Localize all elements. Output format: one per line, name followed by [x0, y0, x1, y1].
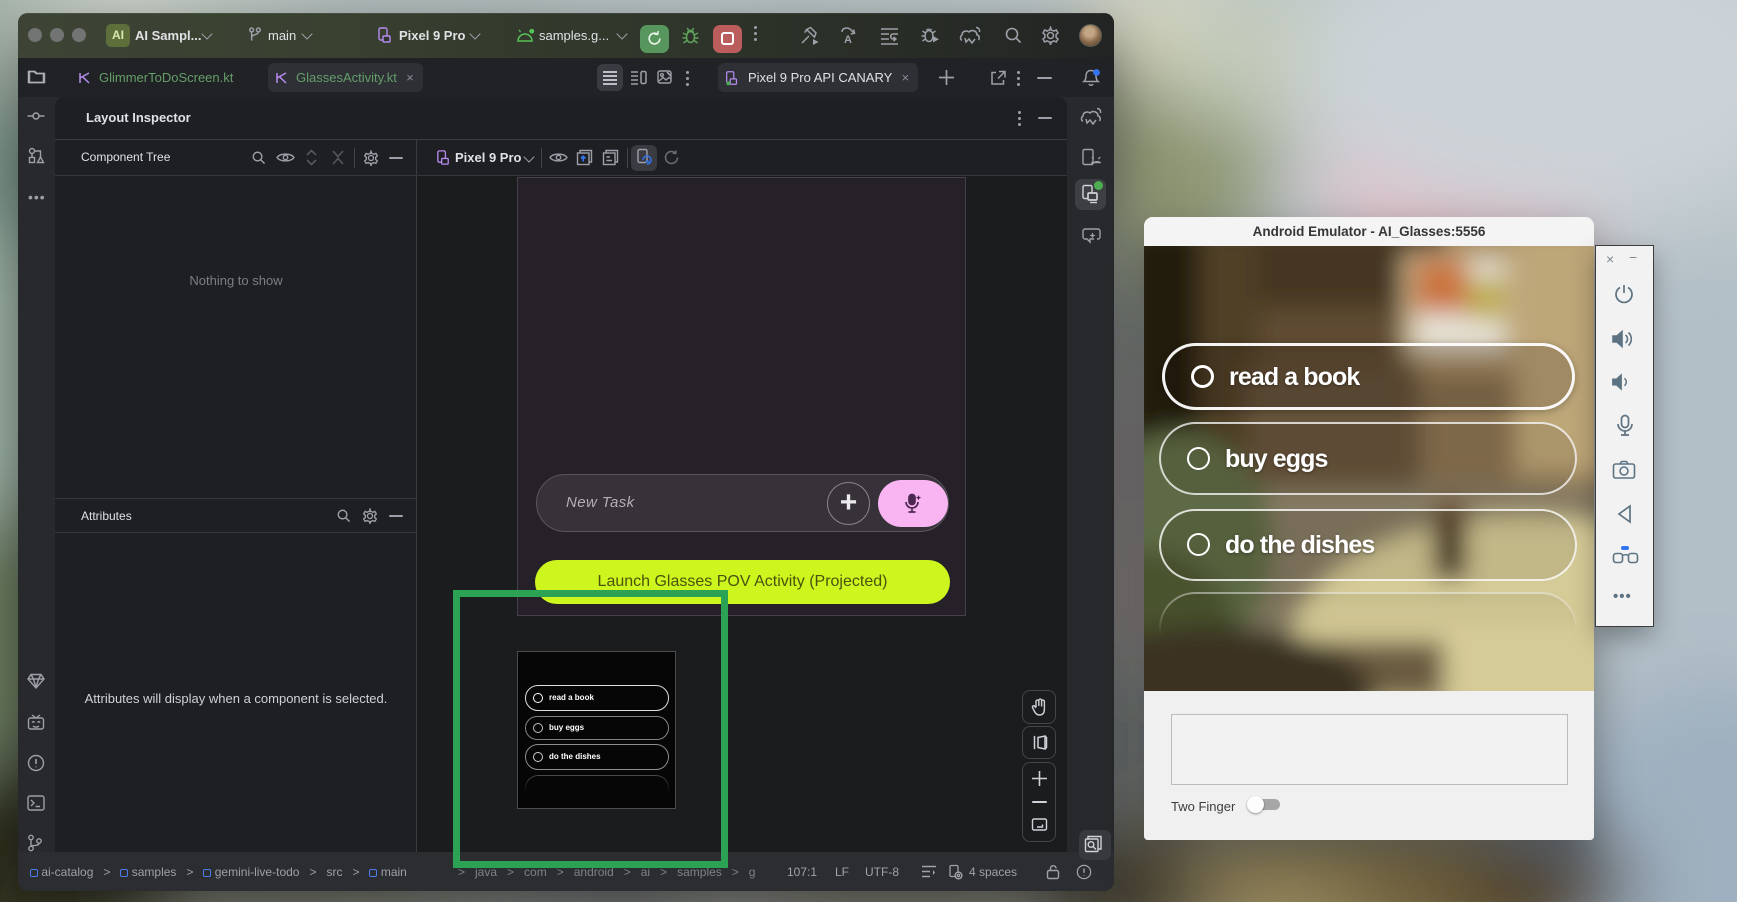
svg-text:A: A [844, 34, 852, 45]
